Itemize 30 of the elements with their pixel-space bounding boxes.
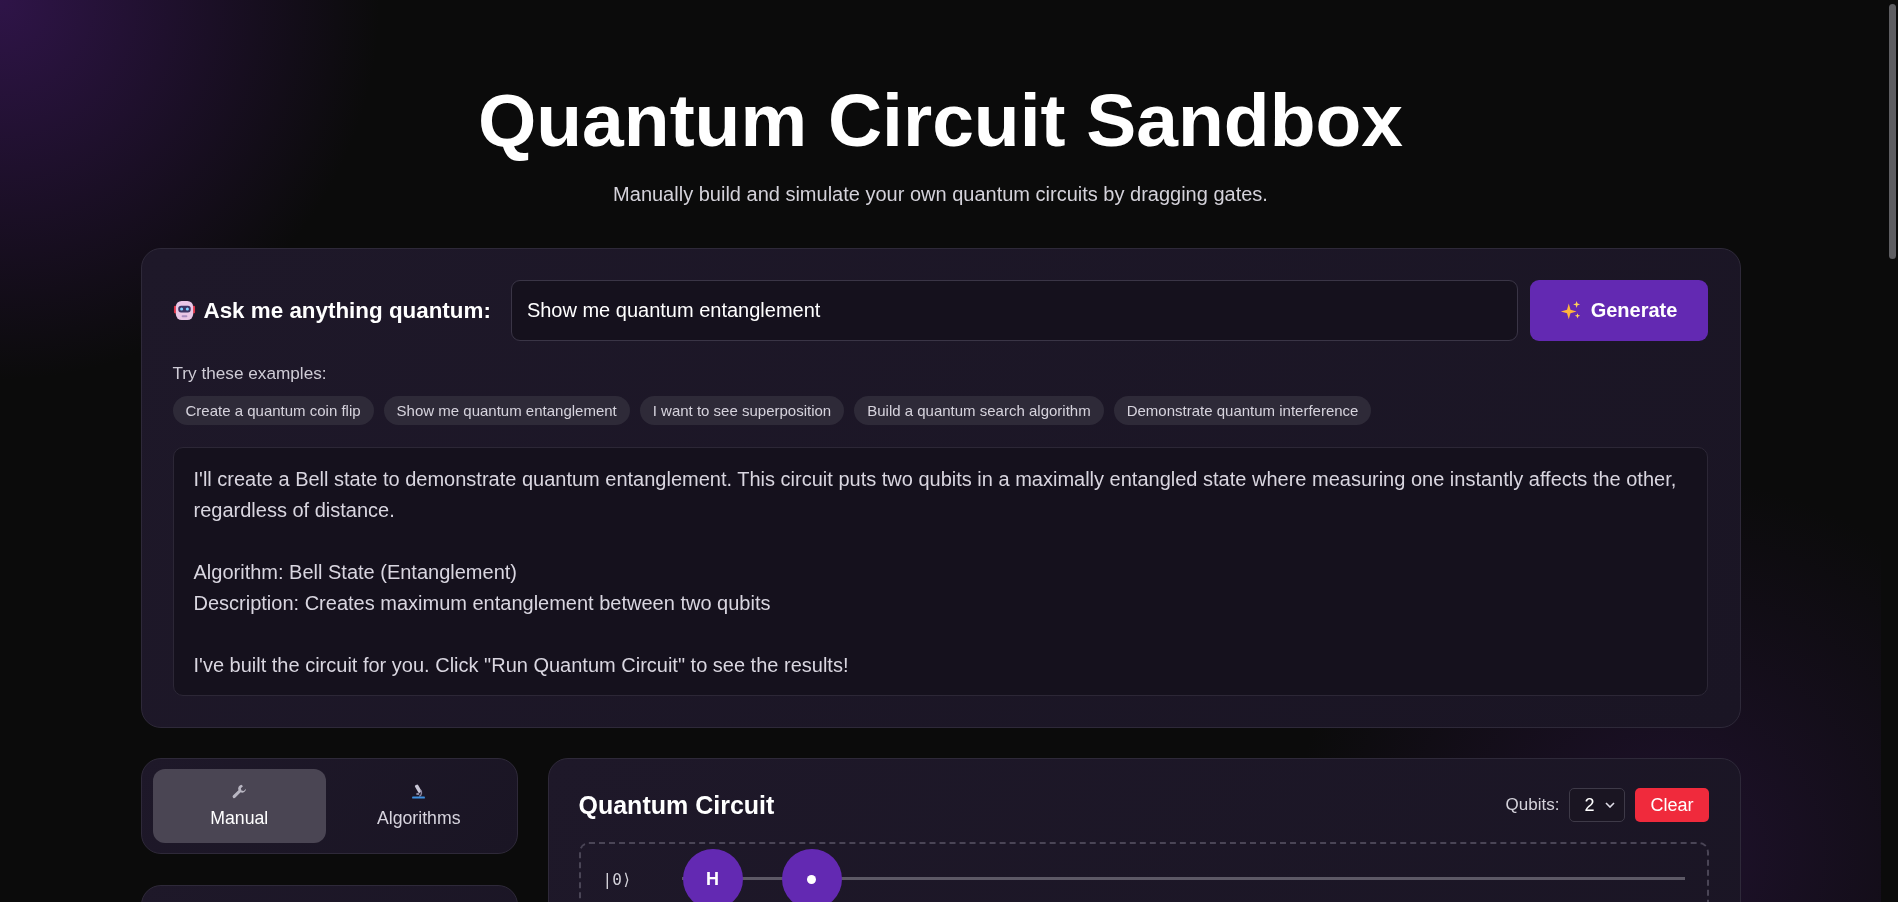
wrench-icon [230, 783, 248, 800]
example-chip[interactable]: Demonstrate quantum interference [1113, 396, 1372, 425]
qubits-label: Qubits: [1505, 795, 1560, 815]
page-title: Quantum Circuit Sandbox [476, 78, 1405, 162]
examples-label: Try these examples: [172, 363, 328, 383]
page-subtitle: Manually build and simulate your own quantum circuits by dragging gates. [612, 182, 1269, 206]
control-dot-icon [807, 874, 816, 884]
response-text: I'll create a Bell state to demonstrate quantum entanglement. This circuit puts two qubits in a maximally entangled state where measuring one instantly affects the other, regardless of distance. [193, 467, 1678, 523]
ask-label: Ask me anything quantum: [203, 297, 491, 324]
gate[interactable]: H [682, 849, 743, 902]
mode-tab[interactable]: Algorithms [332, 769, 506, 843]
response-text: Description: Creates maximum entanglement between two qubits [193, 591, 772, 616]
clear-button[interactable]: Clear [1635, 788, 1709, 822]
prompt-field[interactable]: Show me quantum entanglement [510, 280, 1518, 341]
generate-button[interactable]: Generate [1529, 280, 1708, 341]
response-text: I've built the circuit for you. Click "Run Quantum Circuit" to see the results! [193, 653, 850, 678]
microscope-icon [410, 783, 428, 800]
qubit-count-select[interactable]: 2 [1569, 788, 1626, 822]
response-text: Algorithm: Bell State (Entanglement) [193, 560, 518, 585]
chevron-down-icon [1605, 802, 1616, 808]
robot-icon [172, 299, 196, 322]
scrollbar-thumb[interactable] [1889, 4, 1896, 259]
qubit-state-label: |0⟩ [602, 869, 633, 889]
circuit-title: Quantum Circuit [578, 790, 775, 820]
example-chip[interactable]: Show me quantum entanglement [383, 396, 630, 425]
example-chip[interactable]: Build a quantum search algorithm [854, 396, 1104, 425]
example-chip[interactable]: Create a quantum coin flip [172, 396, 374, 425]
sparkles-icon [1559, 300, 1581, 321]
mode-tab[interactable]: Manual [152, 769, 326, 843]
example-chip[interactable]: I want to see superposition [639, 396, 845, 425]
